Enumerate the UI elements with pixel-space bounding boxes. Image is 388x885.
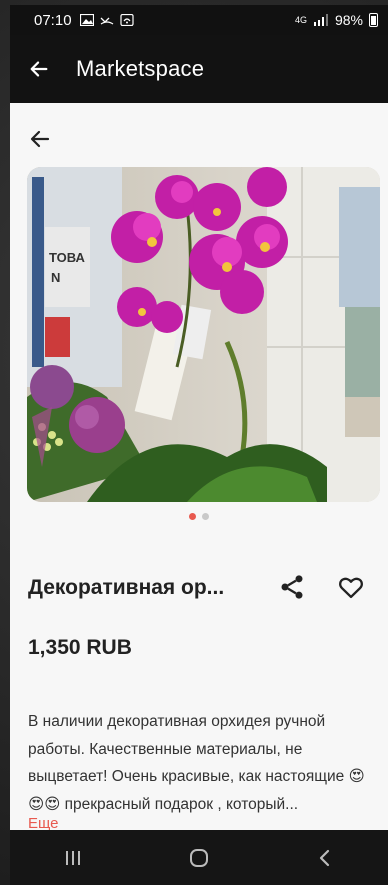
chevron-left-icon (319, 849, 330, 866)
product-detail: ТОВА N Декоративная ор... 1,350 RUB В на… (10, 103, 388, 830)
status-bar: 07:10 4G 98% (10, 5, 388, 35)
share-icon[interactable] (278, 573, 306, 601)
signal-icon (313, 14, 328, 26)
gallery-dot-1[interactable] (189, 513, 196, 520)
phone-screen: 07:10 4G 98% Marketspace ТОВА N Декорати… (10, 5, 388, 885)
app-title: Marketspace (76, 56, 205, 81)
back-button[interactable] (295, 838, 355, 878)
orchid-photo: ТОВА N (27, 167, 380, 502)
home-button[interactable] (169, 838, 229, 878)
home-icon (190, 848, 208, 867)
product-title: Декоративная ор... (28, 576, 225, 599)
gallery-indicator (10, 513, 388, 520)
product-image[interactable]: ТОВА N (27, 167, 380, 502)
svg-text:N: N (51, 270, 60, 285)
image-notification-icon (79, 14, 94, 26)
sim-notification-icon (119, 14, 134, 26)
missed-call-icon (100, 17, 113, 25)
network-type: 4G (294, 15, 307, 25)
product-description: В наличии декоративная орхидея ручной ра… (28, 713, 365, 813)
battery-icon (369, 13, 378, 27)
recent-apps-icon (66, 850, 80, 865)
battery-percent: 98% (334, 12, 363, 28)
status-time: 07:10 (34, 11, 72, 29)
back-arrow-icon[interactable] (28, 127, 52, 151)
read-more-link[interactable]: Еще (28, 815, 59, 830)
arrow-left-icon[interactable] (28, 58, 50, 80)
product-price: 1,350 RUB (28, 636, 132, 659)
gallery-dot-2[interactable] (202, 513, 209, 520)
heart-outline-icon[interactable] (337, 573, 365, 601)
svg-text:ТОВА: ТОВА (49, 250, 85, 265)
app-bar: Marketspace (10, 35, 388, 103)
status-right: 4G 98% (295, 12, 378, 28)
system-nav-bar (10, 830, 388, 885)
recent-apps-button[interactable] (43, 838, 103, 878)
